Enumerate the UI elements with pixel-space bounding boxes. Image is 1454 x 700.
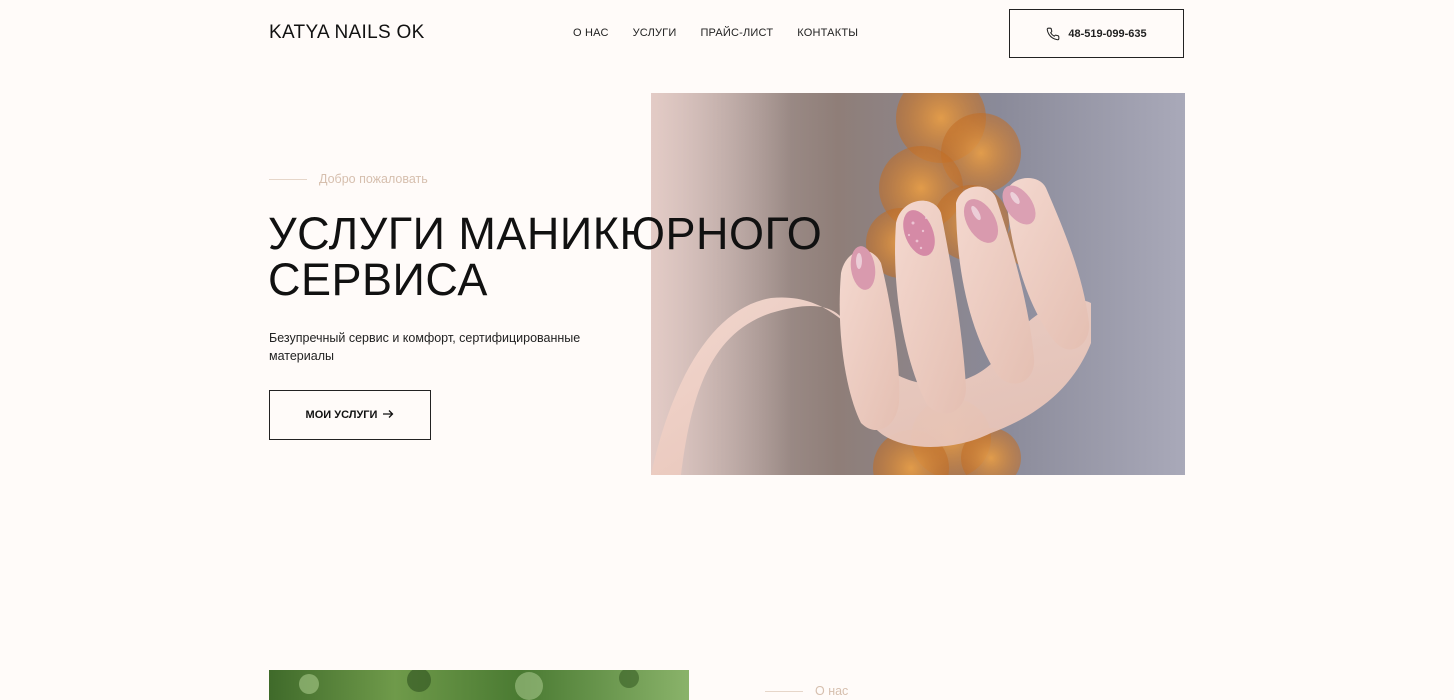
main-nav: О НАС УСЛУГИ ПРАЙС-ЛИСТ КОНТАКТЫ [573,27,882,39]
hero-description: Безупречный сервис и комфорт, сертифицир… [269,331,581,363]
about-kicker-text: О нас [815,684,849,698]
phone-button[interactable]: 48-519-099-635 [1009,9,1184,58]
hero-title-line-1: УСЛУГИ МАНИКЮРНОГО [268,208,823,259]
my-services-button[interactable]: МОИ УСЛУГИ [269,390,431,440]
phone-icon [1046,27,1060,41]
about-kicker: О нас [765,684,848,698]
kicker-divider [269,178,307,180]
page: KATYA NAILS OK О НАС УСЛУГИ ПРАЙС-ЛИСТ К… [0,0,1454,700]
about-kicker-divider [765,690,803,692]
site-logo[interactable]: KATYA NAILS OK [269,22,425,44]
nav-item-services[interactable]: УСЛУГИ [633,27,677,39]
phone-number: 48-519-099-635 [1068,27,1147,40]
arrow-right-icon [383,408,394,422]
nav-item-contacts[interactable]: КОНТАКТЫ [797,27,858,39]
hero-kicker-text: Добро пожаловать [319,172,428,186]
nav-item-price-list[interactable]: ПРАЙС-ЛИСТ [700,27,773,39]
hero-title: УСЛУГИ МАНИКЮРНОГО СЕРВИСА [268,211,868,303]
hero-title-line-2: СЕРВИСА [268,254,488,305]
my-services-label: МОИ УСЛУГИ [305,409,378,421]
about-photo [269,670,689,700]
nav-item-about[interactable]: О НАС [573,27,609,39]
hero-kicker: Добро пожаловать [269,172,428,186]
